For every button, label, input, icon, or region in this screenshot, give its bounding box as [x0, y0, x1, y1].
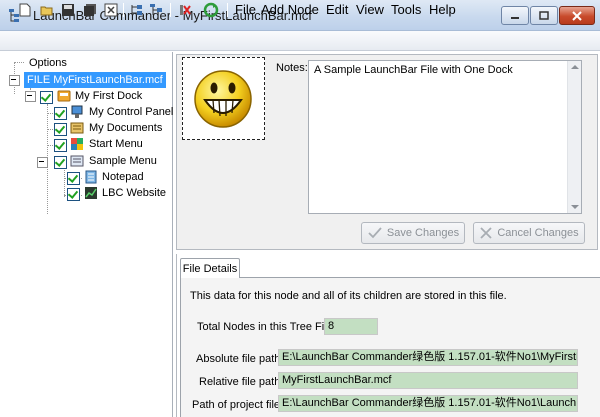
new-file-button[interactable] [17, 2, 33, 18]
cancel-changes-button[interactable]: Cancel Changes [473, 222, 585, 244]
collapse-dock-toggle[interactable] [25, 91, 36, 102]
total-nodes-label: Total Nodes in this Tree File: [197, 321, 336, 333]
my-documents-icon [70, 121, 84, 135]
notepad-checkbox[interactable] [67, 172, 80, 185]
website-chart-icon [84, 186, 98, 200]
collapse-file-toggle[interactable] [9, 75, 20, 86]
tree-item-notepad[interactable]: Notepad [102, 169, 144, 185]
start-menu-icon [70, 137, 84, 151]
menu-file[interactable]: File [235, 2, 256, 17]
minimize-icon [511, 16, 519, 19]
tree-item-lbc-website[interactable]: LBC Website [102, 185, 166, 201]
tree-options[interactable]: Options [29, 55, 67, 71]
absolute-path-field[interactable]: E:\LaunchBar Commander绿色版 1.157.01-软件No1… [278, 349, 578, 366]
save-all-button[interactable] [82, 2, 98, 18]
details-intro-text: This data for this node and all of its c… [190, 290, 507, 302]
scroll-down-arrow-icon[interactable] [571, 205, 579, 209]
relative-path-field[interactable]: MyFirstLaunchBar.mcf [278, 372, 578, 389]
move-right-button[interactable] [129, 2, 145, 18]
scroll-up-arrow-icon[interactable] [571, 65, 579, 69]
dock-folder-icon [57, 89, 71, 103]
refresh-icon [203, 2, 219, 18]
my-documents-checkbox[interactable] [54, 123, 67, 136]
absolute-path-label: Absolute file path: [196, 353, 284, 365]
maximize-button[interactable] [530, 6, 558, 25]
start-menu-checkbox[interactable] [54, 139, 67, 152]
menu-edit[interactable]: Edit [326, 2, 348, 17]
close-button[interactable] [559, 6, 595, 25]
delete-node-button[interactable] [103, 2, 119, 18]
save-changes-button[interactable]: Save Changes [361, 222, 465, 244]
tree-item-start-menu[interactable]: Start Menu [89, 136, 143, 152]
maximize-icon [539, 10, 549, 20]
menu-help[interactable]: Help [429, 2, 456, 17]
move-left-button[interactable] [148, 2, 164, 18]
notes-scrollbar[interactable] [567, 61, 581, 213]
close-icon [572, 10, 582, 21]
checkmark-icon [368, 227, 382, 239]
new-file-icon [19, 3, 31, 17]
remove-item-button[interactable] [177, 2, 193, 18]
refresh-button[interactable] [203, 2, 219, 18]
menu-tools[interactable]: Tools [391, 2, 421, 17]
total-nodes-field[interactable]: 8 [324, 318, 378, 335]
control-panel-icon [70, 105, 84, 119]
delete-box-icon [104, 3, 118, 17]
relative-path-label: Relative file path: [199, 376, 284, 388]
save-button[interactable] [60, 2, 76, 18]
notes-text: A Sample LaunchBar File with One Dock [314, 64, 513, 76]
control-panel-checkbox[interactable] [54, 107, 67, 120]
tree-dock-label[interactable]: My First Dock [75, 88, 142, 104]
save-all-icon [84, 4, 96, 16]
node-icon-box[interactable] [182, 57, 265, 140]
sample-menu-icon [70, 154, 84, 168]
menu-view[interactable]: View [356, 2, 384, 17]
collapse-submenu-toggle[interactable] [37, 157, 48, 168]
grinning-smiley-icon [194, 70, 252, 128]
save-changes-label: Save Changes [386, 227, 460, 239]
open-folder-icon [40, 6, 53, 16]
project-path-field[interactable]: E:\LaunchBar Commander绿色版 1.157.01-软件No1… [278, 395, 578, 412]
outdent-icon [150, 4, 162, 15]
notepad-icon [84, 170, 98, 184]
tree-item-my-documents[interactable]: My Documents [89, 120, 162, 136]
notes-textarea[interactable]: A Sample LaunchBar File with One Dock [308, 60, 582, 214]
open-folder-button[interactable] [39, 2, 55, 18]
lbc-website-checkbox[interactable] [67, 188, 80, 201]
sample-menu-checkbox[interactable] [54, 156, 67, 169]
cancel-changes-label: Cancel Changes [497, 227, 579, 239]
cancel-x-icon [480, 227, 492, 239]
notes-label: Notes: [276, 62, 308, 74]
save-icon [62, 4, 74, 16]
menu-add-node[interactable]: Add Node [261, 2, 319, 17]
project-path-label: Path of project file: [192, 399, 284, 411]
tab-file-details[interactable]: File Details [180, 258, 240, 278]
dock-checkbox[interactable] [40, 91, 53, 104]
tree-item-control-panel[interactable]: My Control Panel [89, 104, 173, 120]
minimize-button[interactable] [501, 6, 529, 25]
node-tree[interactable]: Options FILE MyFirstLaunchBar.mcf My Fir… [0, 52, 173, 417]
toolbar [0, 31, 600, 51]
tree-file-node[interactable]: FILE MyFirstLaunchBar.mcf [24, 72, 166, 88]
tree-item-sample-menu[interactable]: Sample Menu [89, 153, 157, 169]
red-cross-icon [180, 5, 191, 15]
indent-icon [131, 5, 142, 15]
